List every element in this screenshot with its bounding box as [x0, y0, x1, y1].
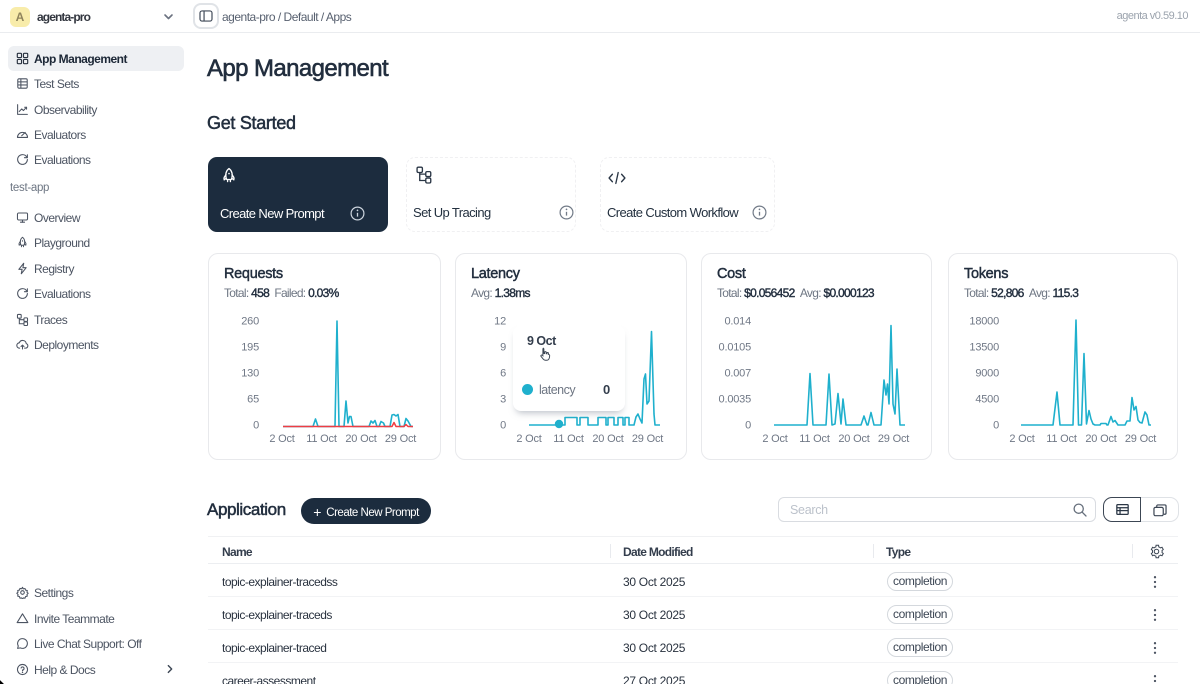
svg-text:9: 9 — [500, 342, 506, 354]
svg-text:0.014: 0.014 — [724, 316, 751, 328]
svg-text:0: 0 — [500, 420, 506, 432]
svg-text:20 Oct: 20 Oct — [838, 433, 869, 445]
svg-text:0: 0 — [745, 420, 751, 432]
svg-text:6: 6 — [500, 368, 506, 380]
svg-text:13500: 13500 — [969, 342, 999, 354]
svg-text:29 Oct: 29 Oct — [1125, 433, 1156, 445]
svg-text:260: 260 — [241, 316, 259, 328]
svg-text:2 Oct: 2 Oct — [269, 433, 294, 445]
svg-text:0.007: 0.007 — [724, 368, 751, 380]
svg-text:20 Oct: 20 Oct — [1085, 433, 1116, 445]
svg-text:11 Oct: 11 Oct — [799, 433, 830, 445]
svg-text:4500: 4500 — [975, 394, 999, 406]
svg-text:29 Oct: 29 Oct — [385, 433, 416, 445]
svg-text:0: 0 — [253, 420, 259, 432]
svg-text:12: 12 — [494, 316, 506, 328]
svg-text:2 Oct: 2 Oct — [516, 433, 541, 445]
svg-text:2 Oct: 2 Oct — [1009, 433, 1034, 445]
svg-text:9000: 9000 — [975, 368, 999, 380]
svg-text:18000: 18000 — [969, 316, 999, 328]
svg-text:29 Oct: 29 Oct — [878, 433, 909, 445]
svg-text:0: 0 — [993, 420, 999, 432]
svg-text:11 Oct: 11 Oct — [1046, 433, 1077, 445]
svg-text:3: 3 — [500, 394, 506, 406]
svg-text:11 Oct: 11 Oct — [553, 433, 584, 445]
svg-text:11 Oct: 11 Oct — [306, 433, 337, 445]
svg-text:195: 195 — [241, 342, 259, 354]
svg-text:29 Oct: 29 Oct — [632, 433, 663, 445]
svg-text:2 Oct: 2 Oct — [762, 433, 787, 445]
svg-text:0.0105: 0.0105 — [719, 342, 752, 354]
svg-text:0.0035: 0.0035 — [719, 394, 752, 406]
svg-text:20 Oct: 20 Oct — [345, 433, 376, 445]
svg-text:20 Oct: 20 Oct — [592, 433, 623, 445]
svg-text:130: 130 — [241, 368, 259, 380]
svg-text:65: 65 — [247, 394, 259, 406]
